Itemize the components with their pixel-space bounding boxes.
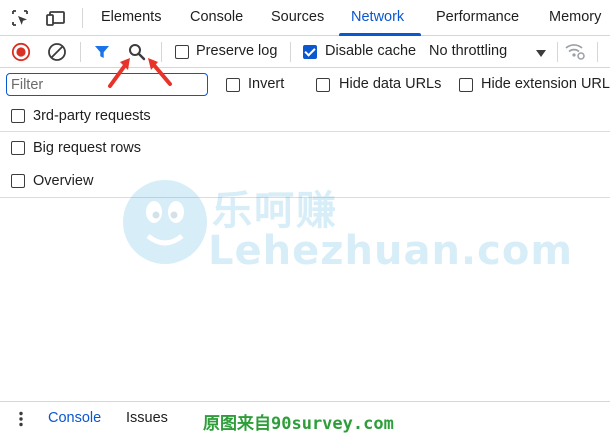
big-request-rows-checkbox[interactable] bbox=[11, 141, 25, 155]
footer-watermark-text: 原图来自90survey.com bbox=[203, 414, 394, 434]
chevron-down-icon[interactable] bbox=[535, 47, 547, 63]
annotation-arrow-icon bbox=[108, 58, 172, 88]
drawer-tab-console[interactable]: Console bbox=[48, 402, 101, 435]
watermark: 乐呵赚 Lehezhuan.com bbox=[120, 170, 572, 280]
tab-memory[interactable]: Memory bbox=[549, 0, 601, 35]
device-toolbar-icon[interactable] bbox=[45, 8, 65, 28]
overview-checkbox[interactable] bbox=[11, 174, 25, 188]
disable-cache-label: Disable cache bbox=[325, 43, 417, 59]
tab-sources[interactable]: Sources bbox=[271, 0, 324, 35]
clear-icon[interactable] bbox=[47, 42, 67, 66]
hide-data-urls-checkbox[interactable] bbox=[316, 78, 330, 92]
stop-recording-icon[interactable] bbox=[11, 42, 31, 66]
drawer-tab-bar: Console Issues 原图来自90survey.com bbox=[0, 401, 610, 435]
network-conditions-icon[interactable] bbox=[564, 41, 586, 65]
disable-cache-checkbox[interactable] bbox=[303, 45, 317, 59]
hide-extension-urls-label: Hide extension URLs bbox=[481, 76, 610, 92]
hide-extension-urls-checkbox[interactable] bbox=[459, 78, 473, 92]
filter-bar: Invert Hide data URLs Hide extension URL… bbox=[0, 68, 610, 102]
invert-checkbox[interactable] bbox=[226, 78, 240, 92]
hide-data-urls-label: Hide data URLs bbox=[339, 76, 442, 92]
third-party-requests-label: 3rd-party requests bbox=[33, 108, 151, 124]
toolbar-separator bbox=[557, 42, 558, 62]
tab-network[interactable]: Network bbox=[351, 0, 404, 35]
invert-label: Invert bbox=[248, 76, 285, 92]
watermark-logo bbox=[123, 180, 207, 264]
network-toolbar: Preserve log Disable cache No throttling bbox=[0, 36, 610, 68]
divider bbox=[0, 131, 610, 132]
devtools-tab-bar: Elements Console Sources Network Perform… bbox=[0, 0, 610, 36]
preserve-log-label: Preserve log bbox=[196, 43, 278, 59]
toolbar-separator bbox=[290, 42, 291, 62]
tab-elements[interactable]: Elements bbox=[101, 0, 161, 35]
toolbar-separator bbox=[80, 42, 81, 62]
watermark-en-text: Lehezhuan.com bbox=[208, 228, 573, 274]
more-options-icon[interactable] bbox=[17, 411, 25, 431]
big-request-rows-label: Big request rows bbox=[33, 140, 141, 156]
inspect-element-icon[interactable] bbox=[10, 8, 30, 28]
tab-console[interactable]: Console bbox=[190, 0, 243, 35]
tab-performance[interactable]: Performance bbox=[436, 0, 519, 35]
toolbar-separator bbox=[597, 42, 598, 62]
option-row-big-request-rows: Big request rows bbox=[0, 133, 610, 165]
option-row-third-party: 3rd-party requests bbox=[0, 101, 610, 133]
third-party-requests-checkbox[interactable] bbox=[11, 109, 25, 123]
tab-bar-separator bbox=[82, 8, 83, 28]
drawer-tab-issues[interactable]: Issues bbox=[126, 402, 168, 435]
throttling-select[interactable]: No throttling bbox=[429, 43, 507, 59]
overview-label: Overview bbox=[33, 173, 94, 189]
